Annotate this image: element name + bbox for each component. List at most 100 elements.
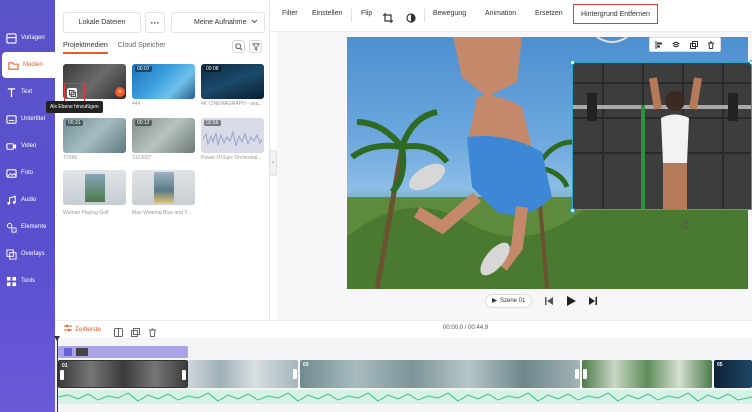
filter-button[interactable] (249, 40, 262, 53)
adjust-tool[interactable]: Einstellen (312, 10, 342, 17)
crop-icon[interactable] (383, 10, 393, 23)
add-to-timeline-button[interactable]: + (115, 87, 125, 97)
text-icon (6, 87, 17, 98)
selected-overlay-layer[interactable] (572, 62, 752, 210)
nav-label: Video (21, 143, 37, 149)
replace-tool[interactable]: Ersetzen (535, 10, 563, 17)
media-thumb[interactable]: 00:31 (63, 118, 126, 153)
tab-project-media[interactable]: Projektmedien (63, 42, 108, 54)
nav-label: Audio (21, 197, 37, 203)
scene-label: Szene 01 (500, 298, 526, 304)
photo-icon (6, 168, 17, 179)
animation-tool[interactable]: Animation (485, 10, 516, 17)
split-icon[interactable] (114, 324, 123, 337)
media-thumb[interactable] (63, 170, 126, 205)
media-thumb-audio[interactable]: 02:56 (201, 118, 264, 153)
timeline-clip[interactable]: 01 (58, 360, 188, 388)
play-small-icon (492, 297, 497, 305)
nav-item-tools[interactable]: Tools (0, 268, 55, 294)
storyboard-label: Zeitleiste (75, 325, 102, 333)
flip-tool[interactable]: Flip (361, 10, 372, 17)
clip-trim-handle[interactable] (182, 370, 186, 380)
delete-icon[interactable] (707, 36, 715, 54)
playhead[interactable] (57, 338, 58, 412)
overlay-track-clip[interactable] (58, 346, 188, 358)
duplicate-icon[interactable] (689, 36, 698, 54)
video-icon (6, 141, 17, 152)
resize-handle[interactable] (570, 208, 575, 213)
thumb-duration: 00:12 (135, 120, 152, 126)
search-button[interactable] (232, 40, 245, 53)
timeline-clip[interactable] (188, 360, 298, 388)
collapse-panel-button[interactable]: ‹ (269, 150, 277, 176)
nav-label: Foto (21, 170, 34, 176)
nav-item-photo[interactable]: Foto (0, 160, 55, 186)
filter-tool[interactable]: Filter (282, 10, 298, 17)
contrast-icon[interactable] (406, 10, 416, 23)
media-thumb[interactable] (132, 170, 195, 205)
timeline-clip[interactable]: 03 (300, 360, 580, 388)
clip-trim-handle[interactable] (293, 369, 297, 379)
remove-background-button[interactable]: Hintergrund Entfernen (573, 4, 658, 24)
nav-label: Vorlagen (21, 35, 45, 41)
motion-tool[interactable]: Bewegung (433, 10, 466, 17)
thumb-name: Power Of Epic Orchestral... (201, 155, 262, 161)
add-as-layer-button[interactable] (67, 88, 77, 98)
nav-item-overlays[interactable]: Overlays (0, 241, 55, 267)
filter-icon (251, 38, 260, 56)
playhead-marker[interactable] (54, 336, 60, 341)
thumb-name: 3123607 (132, 155, 152, 161)
scene-selector[interactable]: Szene 01 (485, 294, 533, 308)
thumb-name: 4K CINEMAGRAPH - sea... (201, 101, 263, 107)
rotate-handle[interactable] (680, 217, 690, 229)
thumb-name: T2566 (63, 155, 78, 161)
thumb-name: Woman Playing Golf (63, 210, 109, 216)
resize-handle[interactable] (570, 60, 575, 65)
album-dropdown[interactable]: Meine Aufnahme (171, 12, 265, 33)
timeline-clip[interactable]: 05 (714, 360, 752, 388)
nav-label: Tools (21, 278, 36, 284)
nav-item-audio[interactable]: Audio (0, 187, 55, 213)
nav-item-templates[interactable]: Vorlagen (0, 25, 55, 51)
media-thumb[interactable]: 00:07 (132, 64, 195, 99)
skip-back-icon[interactable] (544, 296, 554, 306)
local-files-button[interactable]: Lokale Dateien (63, 12, 141, 33)
overlays-icon (6, 248, 17, 260)
clip-trim-handle[interactable] (575, 369, 579, 379)
layers-icon[interactable] (672, 36, 681, 54)
clip-number: 05 (717, 362, 723, 368)
skip-forward-icon[interactable] (588, 296, 598, 306)
duplicate-icon[interactable] (131, 324, 140, 337)
clip-trim-handle[interactable] (60, 370, 64, 380)
subtitles-icon (6, 114, 17, 125)
timeline-clip[interactable] (582, 360, 712, 388)
album-dropdown-label: Meine Aufnahme (194, 19, 247, 26)
chevron-down-icon (251, 19, 258, 26)
align-icon[interactable] (655, 36, 663, 54)
delete-icon[interactable] (148, 324, 157, 337)
media-thumb[interactable]: 00:08 (201, 64, 264, 99)
nav-item-video[interactable]: Video (0, 133, 55, 159)
nav-label: Medien (23, 62, 43, 68)
rotate-icon (680, 217, 690, 234)
nav-label: Untertitel (21, 116, 46, 122)
tab-cloud-storage[interactable]: Cloud Speicher (118, 42, 166, 54)
clip-number: 01 (62, 363, 68, 369)
storyboard-icon (64, 324, 72, 334)
thumb-duration: 00:08 (204, 66, 221, 72)
nav-label: Text (21, 89, 33, 95)
chevron-left-icon: ‹ (272, 160, 274, 166)
more-options-button[interactable]: ··· (145, 12, 165, 33)
toolbar-divider (351, 9, 352, 22)
media-thumb[interactable]: 00:12 (132, 118, 195, 153)
templates-icon (6, 32, 17, 44)
play-icon[interactable] (566, 296, 577, 306)
clip-trim-handle[interactable] (583, 369, 587, 379)
waveform-icon (203, 130, 262, 147)
nav-item-media[interactable]: Medien (2, 52, 55, 78)
audio-track[interactable] (58, 390, 752, 404)
storyboard-button[interactable]: Zeitleiste (64, 324, 101, 334)
toolbar-divider (424, 9, 425, 22)
thumb-name: 444 (132, 101, 141, 107)
nav-item-elements[interactable]: Elemente (0, 214, 55, 240)
